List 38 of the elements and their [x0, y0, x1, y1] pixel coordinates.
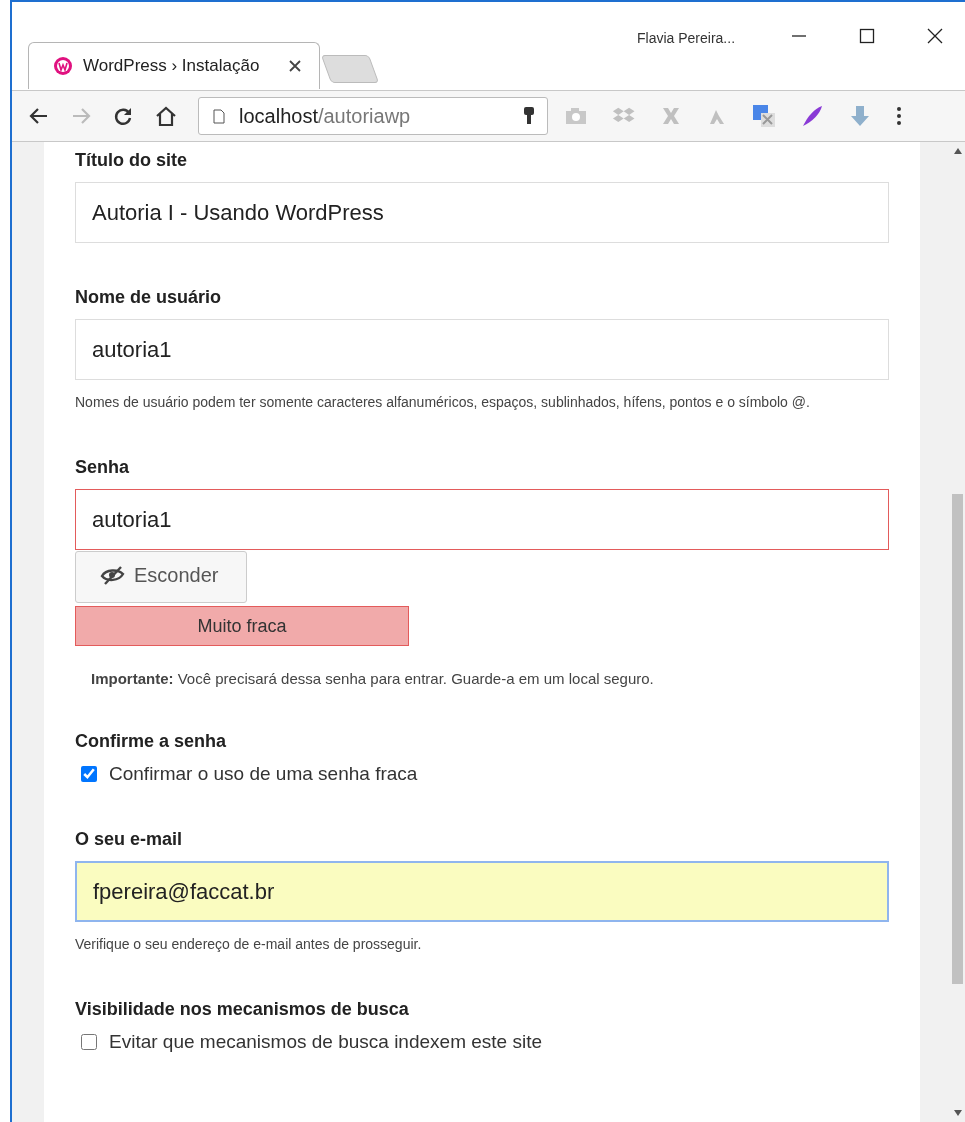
profile-name[interactable]: Flavia Pereira...: [637, 30, 736, 46]
close-icon[interactable]: [927, 28, 943, 44]
scrollbar-thumb[interactable]: [952, 494, 963, 984]
field-label: Visibilidade nos mecanismos de busca: [75, 999, 410, 1020]
field-label: Confirme a senha: [75, 731, 228, 752]
address-bar[interactable]: localhost/autoriawp: [198, 97, 548, 135]
field-hint: Verifique o seu endereço de e-mail antes de prosseguir.: [75, 935, 423, 954]
field-label: Título do site: [75, 150, 188, 171]
password-strength-meter: Muito fraca: [75, 606, 409, 646]
text-field[interactable]: autoria1: [75, 319, 889, 380]
field-label: O seu e-mail: [75, 829, 184, 850]
password-field[interactable]: autoria1: [75, 489, 889, 550]
maximize-icon[interactable]: [859, 28, 875, 44]
close-icon[interactable]: [289, 60, 302, 72]
site-logo-icon: [53, 56, 73, 76]
checkbox[interactable]: [81, 1034, 97, 1050]
field-hint: Nomes de usuário podem ter somente caracteres alfanuméricos, espaços, sublinhados, hífens, pontos e o símbolo @.: [75, 393, 811, 412]
menu-icon[interactable]: [896, 106, 902, 126]
email-field[interactable]: fpereira@faccat.br: [75, 861, 889, 922]
translate-icon[interactable]: [752, 104, 776, 128]
page-icon: [213, 108, 225, 124]
browser-tab[interactable]: WordPress › Instalação: [28, 42, 321, 89]
field-label: Senha: [75, 457, 131, 478]
hide-password-button[interactable]: Esconder: [75, 551, 247, 603]
feather-icon[interactable]: [800, 104, 824, 128]
text-field[interactable]: Autoria I - Usando WordPress: [75, 182, 889, 243]
checkbox-label: Confirmar o uso de uma senha fraca: [109, 763, 418, 785]
url-text: localhost/autoriawp: [239, 104, 412, 128]
home-icon[interactable]: [154, 105, 178, 127]
important-note: Importante: Você precisará dessa senha para entrar. Guarde-a em um local seguro.: [91, 670, 655, 687]
checkbox[interactable]: [81, 766, 97, 782]
scroll-up-icon[interactable]: [953, 148, 962, 154]
scroll-down-icon[interactable]: [953, 1110, 962, 1116]
eye-slash-icon: [100, 565, 126, 585]
key-icon[interactable]: [523, 106, 535, 126]
tab-title: WordPress › Instalação: [83, 56, 260, 76]
checkbox-label: Evitar que mecanismos de busca indexem este site: [109, 1031, 542, 1053]
field-label: Nome de usuário: [75, 287, 223, 308]
